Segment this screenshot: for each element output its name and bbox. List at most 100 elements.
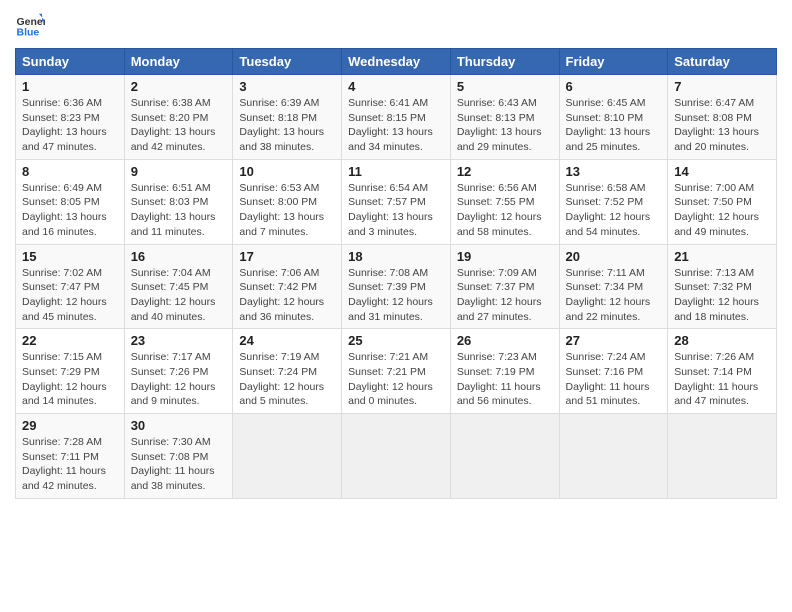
main-container: General Blue SundayMondayTuesdayWednesda… — [0, 0, 792, 509]
day-number: 14 — [674, 164, 770, 179]
day-info: Sunrise: 7:11 AM Sunset: 7:34 PM Dayligh… — [566, 266, 662, 325]
day-info: Sunrise: 6:45 AM Sunset: 8:10 PM Dayligh… — [566, 96, 662, 155]
calendar-cell: 17 Sunrise: 7:06 AM Sunset: 7:42 PM Dayl… — [233, 244, 342, 329]
day-number: 24 — [239, 333, 335, 348]
calendar-cell: 26 Sunrise: 7:23 AM Sunset: 7:19 PM Dayl… — [450, 329, 559, 414]
svg-text:Blue: Blue — [17, 27, 40, 39]
day-info: Sunrise: 6:47 AM Sunset: 8:08 PM Dayligh… — [674, 96, 770, 155]
day-info: Sunrise: 6:49 AM Sunset: 8:05 PM Dayligh… — [22, 181, 118, 240]
day-number: 16 — [131, 249, 227, 264]
calendar-cell: 20 Sunrise: 7:11 AM Sunset: 7:34 PM Dayl… — [559, 244, 668, 329]
calendar-cell: 14 Sunrise: 7:00 AM Sunset: 7:50 PM Dayl… — [668, 159, 777, 244]
weekday-header: Monday — [124, 49, 233, 75]
day-number: 28 — [674, 333, 770, 348]
weekday-header: Wednesday — [342, 49, 451, 75]
day-number: 23 — [131, 333, 227, 348]
day-info: Sunrise: 7:24 AM Sunset: 7:16 PM Dayligh… — [566, 350, 662, 409]
day-number: 4 — [348, 79, 444, 94]
day-number: 29 — [22, 418, 118, 433]
day-info: Sunrise: 7:17 AM Sunset: 7:26 PM Dayligh… — [131, 350, 227, 409]
calendar-cell: 24 Sunrise: 7:19 AM Sunset: 7:24 PM Dayl… — [233, 329, 342, 414]
weekday-header-row: SundayMondayTuesdayWednesdayThursdayFrid… — [16, 49, 777, 75]
calendar-cell — [342, 414, 451, 499]
calendar-cell — [668, 414, 777, 499]
day-number: 18 — [348, 249, 444, 264]
weekday-header: Thursday — [450, 49, 559, 75]
day-info: Sunrise: 6:43 AM Sunset: 8:13 PM Dayligh… — [457, 96, 553, 155]
calendar-cell: 3 Sunrise: 6:39 AM Sunset: 8:18 PM Dayli… — [233, 75, 342, 160]
day-number: 17 — [239, 249, 335, 264]
calendar-cell: 9 Sunrise: 6:51 AM Sunset: 8:03 PM Dayli… — [124, 159, 233, 244]
calendar-cell: 30 Sunrise: 7:30 AM Sunset: 7:08 PM Dayl… — [124, 414, 233, 499]
calendar-cell: 7 Sunrise: 6:47 AM Sunset: 8:08 PM Dayli… — [668, 75, 777, 160]
day-info: Sunrise: 7:28 AM Sunset: 7:11 PM Dayligh… — [22, 435, 118, 494]
day-info: Sunrise: 6:53 AM Sunset: 8:00 PM Dayligh… — [239, 181, 335, 240]
day-info: Sunrise: 6:41 AM Sunset: 8:15 PM Dayligh… — [348, 96, 444, 155]
day-number: 30 — [131, 418, 227, 433]
day-number: 1 — [22, 79, 118, 94]
day-info: Sunrise: 7:02 AM Sunset: 7:47 PM Dayligh… — [22, 266, 118, 325]
weekday-header: Friday — [559, 49, 668, 75]
calendar-cell: 1 Sunrise: 6:36 AM Sunset: 8:23 PM Dayli… — [16, 75, 125, 160]
calendar-cell: 23 Sunrise: 7:17 AM Sunset: 7:26 PM Dayl… — [124, 329, 233, 414]
day-number: 3 — [239, 79, 335, 94]
day-number: 26 — [457, 333, 553, 348]
calendar-cell — [450, 414, 559, 499]
calendar-cell — [233, 414, 342, 499]
day-info: Sunrise: 6:58 AM Sunset: 7:52 PM Dayligh… — [566, 181, 662, 240]
calendar-cell: 12 Sunrise: 6:56 AM Sunset: 7:55 PM Dayl… — [450, 159, 559, 244]
day-number: 19 — [457, 249, 553, 264]
day-number: 27 — [566, 333, 662, 348]
calendar-cell: 21 Sunrise: 7:13 AM Sunset: 7:32 PM Dayl… — [668, 244, 777, 329]
calendar-cell: 16 Sunrise: 7:04 AM Sunset: 7:45 PM Dayl… — [124, 244, 233, 329]
logo: General Blue — [15, 10, 49, 40]
day-info: Sunrise: 6:54 AM Sunset: 7:57 PM Dayligh… — [348, 181, 444, 240]
header: General Blue — [15, 10, 777, 40]
calendar-cell: 11 Sunrise: 6:54 AM Sunset: 7:57 PM Dayl… — [342, 159, 451, 244]
day-info: Sunrise: 7:13 AM Sunset: 7:32 PM Dayligh… — [674, 266, 770, 325]
calendar-week-row: 15 Sunrise: 7:02 AM Sunset: 7:47 PM Dayl… — [16, 244, 777, 329]
calendar-cell: 2 Sunrise: 6:38 AM Sunset: 8:20 PM Dayli… — [124, 75, 233, 160]
day-info: Sunrise: 6:51 AM Sunset: 8:03 PM Dayligh… — [131, 181, 227, 240]
calendar-cell: 25 Sunrise: 7:21 AM Sunset: 7:21 PM Dayl… — [342, 329, 451, 414]
calendar-cell: 13 Sunrise: 6:58 AM Sunset: 7:52 PM Dayl… — [559, 159, 668, 244]
day-info: Sunrise: 7:15 AM Sunset: 7:29 PM Dayligh… — [22, 350, 118, 409]
day-info: Sunrise: 7:21 AM Sunset: 7:21 PM Dayligh… — [348, 350, 444, 409]
day-info: Sunrise: 7:09 AM Sunset: 7:37 PM Dayligh… — [457, 266, 553, 325]
day-number: 6 — [566, 79, 662, 94]
day-number: 15 — [22, 249, 118, 264]
day-number: 8 — [22, 164, 118, 179]
calendar-week-row: 1 Sunrise: 6:36 AM Sunset: 8:23 PM Dayli… — [16, 75, 777, 160]
calendar-cell: 18 Sunrise: 7:08 AM Sunset: 7:39 PM Dayl… — [342, 244, 451, 329]
weekday-header: Saturday — [668, 49, 777, 75]
calendar-cell: 28 Sunrise: 7:26 AM Sunset: 7:14 PM Dayl… — [668, 329, 777, 414]
calendar-cell: 15 Sunrise: 7:02 AM Sunset: 7:47 PM Dayl… — [16, 244, 125, 329]
day-info: Sunrise: 7:00 AM Sunset: 7:50 PM Dayligh… — [674, 181, 770, 240]
weekday-header: Sunday — [16, 49, 125, 75]
day-info: Sunrise: 6:38 AM Sunset: 8:20 PM Dayligh… — [131, 96, 227, 155]
day-info: Sunrise: 7:30 AM Sunset: 7:08 PM Dayligh… — [131, 435, 227, 494]
day-number: 10 — [239, 164, 335, 179]
day-info: Sunrise: 6:39 AM Sunset: 8:18 PM Dayligh… — [239, 96, 335, 155]
day-number: 12 — [457, 164, 553, 179]
day-info: Sunrise: 7:04 AM Sunset: 7:45 PM Dayligh… — [131, 266, 227, 325]
calendar-cell: 19 Sunrise: 7:09 AM Sunset: 7:37 PM Dayl… — [450, 244, 559, 329]
calendar-cell: 8 Sunrise: 6:49 AM Sunset: 8:05 PM Dayli… — [16, 159, 125, 244]
calendar-week-row: 22 Sunrise: 7:15 AM Sunset: 7:29 PM Dayl… — [16, 329, 777, 414]
calendar-week-row: 8 Sunrise: 6:49 AM Sunset: 8:05 PM Dayli… — [16, 159, 777, 244]
day-number: 2 — [131, 79, 227, 94]
day-info: Sunrise: 7:19 AM Sunset: 7:24 PM Dayligh… — [239, 350, 335, 409]
calendar-table: SundayMondayTuesdayWednesdayThursdayFrid… — [15, 48, 777, 499]
day-number: 11 — [348, 164, 444, 179]
day-number: 21 — [674, 249, 770, 264]
logo-icon: General Blue — [15, 10, 45, 40]
day-info: Sunrise: 6:36 AM Sunset: 8:23 PM Dayligh… — [22, 96, 118, 155]
calendar-cell — [559, 414, 668, 499]
day-info: Sunrise: 7:23 AM Sunset: 7:19 PM Dayligh… — [457, 350, 553, 409]
day-info: Sunrise: 6:56 AM Sunset: 7:55 PM Dayligh… — [457, 181, 553, 240]
day-number: 13 — [566, 164, 662, 179]
calendar-week-row: 29 Sunrise: 7:28 AM Sunset: 7:11 PM Dayl… — [16, 414, 777, 499]
calendar-cell: 27 Sunrise: 7:24 AM Sunset: 7:16 PM Dayl… — [559, 329, 668, 414]
calendar-cell: 4 Sunrise: 6:41 AM Sunset: 8:15 PM Dayli… — [342, 75, 451, 160]
calendar-cell: 10 Sunrise: 6:53 AM Sunset: 8:00 PM Dayl… — [233, 159, 342, 244]
